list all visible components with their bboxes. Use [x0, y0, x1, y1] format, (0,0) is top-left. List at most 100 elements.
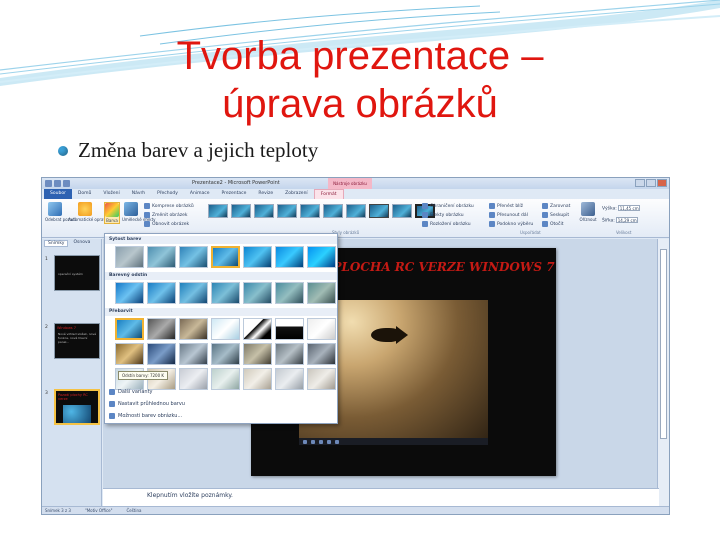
style-thumb[interactable] — [346, 204, 366, 218]
redo-icon[interactable] — [63, 180, 70, 187]
slide-number: 1 — [45, 257, 48, 262]
picture-border-button[interactable]: Ohraničení obrázku — [422, 203, 474, 209]
style-thumb[interactable] — [208, 204, 228, 218]
color-swatch[interactable] — [179, 282, 208, 304]
picture-styles-gallery[interactable] — [208, 204, 435, 218]
tab-view[interactable]: Zobrazení — [279, 189, 314, 199]
color-swatch[interactable] — [243, 246, 272, 268]
tab-file[interactable]: Soubor — [44, 189, 72, 199]
slide-thumbnail-3[interactable]: Pozadí plochy RC verze — [54, 389, 100, 425]
notes-field[interactable]: Klepnutím vložíte poznámky. — [103, 488, 659, 506]
color-swatch[interactable] — [179, 246, 208, 268]
style-thumb[interactable] — [323, 204, 343, 218]
slide-heading[interactable]: PLOCHA RC VERZE WINDOWS 7 — [331, 260, 556, 275]
picture-layout-button[interactable]: Rozložení obrázku — [422, 221, 471, 227]
picture-effects-button[interactable]: Efekty obrázku — [422, 212, 464, 218]
color-swatch[interactable] — [179, 343, 208, 365]
compress-button[interactable]: Komprese obrázků — [144, 203, 194, 209]
style-thumb[interactable] — [277, 204, 297, 218]
set-transparent-color-item[interactable]: Nastavit průhlednou barvu — [109, 401, 185, 407]
color-swatch[interactable] — [243, 318, 272, 340]
bring-forward-button[interactable]: Přenést blíž — [489, 203, 523, 209]
color-swatch[interactable] — [307, 318, 336, 340]
remove-background-button[interactable]: Odebrat pozadí — [45, 202, 76, 222]
color-swatch[interactable] — [147, 318, 176, 340]
style-thumb[interactable] — [231, 204, 251, 218]
slide-thumbnail-2[interactable]: Windows 7 Nově vzhled složek, nové funkc… — [54, 323, 100, 359]
scrollbar-thumb[interactable] — [660, 249, 667, 439]
color-swatch[interactable] — [307, 282, 336, 304]
compress-icon — [144, 203, 150, 209]
color-swatch[interactable] — [211, 318, 240, 340]
tab-home[interactable]: Domů — [72, 189, 97, 199]
width-input[interactable]: 14,29 cm — [615, 217, 638, 223]
corrections-button[interactable]: Automatické opravy — [68, 202, 108, 222]
close-icon[interactable] — [657, 179, 667, 187]
tab-format[interactable]: Formát — [313, 189, 344, 199]
tab-transitions[interactable]: Přechody — [151, 189, 184, 199]
border-icon — [422, 203, 428, 209]
color-swatch[interactable] — [147, 282, 176, 304]
width-field[interactable]: Šířka: 14,29 cm — [602, 217, 638, 224]
align-button[interactable]: Zarovnat — [542, 203, 570, 209]
color-swatch[interactable] — [115, 343, 144, 365]
remove-background-icon — [48, 202, 62, 216]
color-swatch[interactable] — [115, 246, 144, 268]
save-icon[interactable] — [45, 180, 52, 187]
color-swatch[interactable] — [275, 318, 304, 340]
picture-color-options-item[interactable]: Možnosti barev obrázku... — [109, 413, 182, 419]
color-swatch[interactable] — [147, 343, 176, 365]
color-swatch[interactable] — [275, 282, 304, 304]
rotate-button[interactable]: Otočit — [542, 221, 564, 227]
change-picture-button[interactable]: Změnit obrázek — [144, 212, 188, 218]
color-swatch[interactable] — [211, 343, 240, 365]
color-swatch[interactable] — [179, 318, 208, 340]
maximize-icon[interactable] — [646, 179, 656, 187]
color-swatch[interactable] — [307, 368, 336, 390]
height-input[interactable]: 11,45 cm — [617, 205, 640, 211]
tab-insert[interactable]: Vložení — [97, 189, 125, 199]
style-thumb[interactable] — [254, 204, 274, 218]
color-swatch[interactable] — [147, 246, 176, 268]
style-thumb[interactable] — [300, 204, 320, 218]
palette-icon — [109, 389, 115, 395]
tab-design[interactable]: Návrh — [126, 189, 151, 199]
tab-outline[interactable]: Osnova — [70, 240, 93, 247]
color-swatch[interactable] — [275, 343, 304, 365]
color-swatch[interactable] — [243, 343, 272, 365]
color-swatch[interactable] — [243, 368, 272, 390]
color-swatch[interactable] — [275, 368, 304, 390]
style-thumb[interactable] — [369, 204, 389, 218]
tab-slides[interactable]: Snímky — [44, 240, 69, 247]
slide-thumbnail-1[interactable]: operační systém — [54, 255, 100, 291]
tab-slideshow[interactable]: Prezentace — [215, 189, 252, 199]
height-field[interactable]: Výška: 11,45 cm — [602, 205, 640, 212]
style-thumb[interactable] — [392, 204, 412, 218]
group-button[interactable]: Seskupit — [542, 212, 569, 218]
quick-access-toolbar[interactable] — [45, 180, 70, 187]
color-swatch[interactable] — [115, 282, 144, 304]
color-swatch[interactable] — [211, 368, 240, 390]
color-swatch[interactable] — [307, 343, 336, 365]
vertical-scrollbar[interactable] — [657, 239, 669, 509]
color-swatch[interactable] — [179, 368, 208, 390]
color-swatch[interactable] — [211, 282, 240, 304]
color-swatch[interactable] — [307, 246, 336, 268]
undo-icon[interactable] — [54, 180, 61, 187]
crop-button[interactable]: Oříznout — [578, 202, 598, 222]
window-controls[interactable] — [635, 179, 667, 187]
artistic-effects-button[interactable]: Umělecké efekty — [122, 202, 156, 222]
color-swatch[interactable] — [211, 246, 240, 268]
more-variations-item[interactable]: Další varianty — [109, 389, 153, 395]
color-swatch[interactable] — [275, 246, 304, 268]
selection-pane-button[interactable]: Podokno výběru — [489, 221, 533, 227]
color-button[interactable]: Barva — [104, 202, 120, 224]
send-backward-button[interactable]: Přesunout dál — [489, 212, 528, 218]
minimize-icon[interactable] — [635, 179, 645, 187]
tab-animations[interactable]: Animace — [184, 189, 216, 199]
color-swatch[interactable] — [243, 282, 272, 304]
reset-picture-button[interactable]: Obnovit obrázek — [144, 221, 189, 227]
section-tone: Barevný odstín — [105, 272, 337, 280]
tab-review[interactable]: Revize — [252, 189, 279, 199]
color-swatch[interactable] — [115, 318, 144, 340]
